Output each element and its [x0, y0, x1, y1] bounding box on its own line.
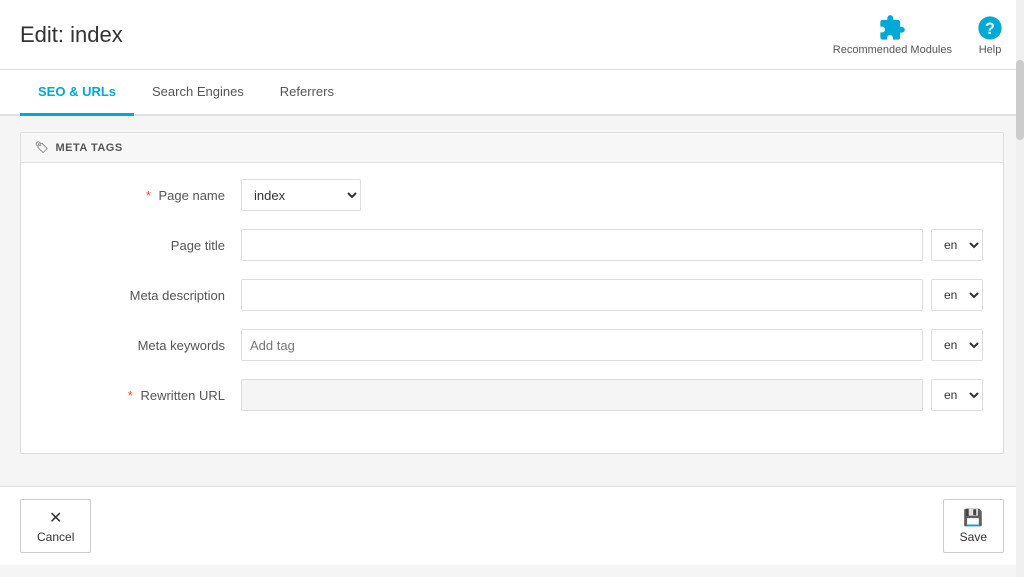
control-page-name: index	[241, 179, 983, 211]
label-meta-keywords: Meta keywords	[41, 338, 241, 353]
field-row-page-name: * Page name index	[41, 179, 983, 211]
puzzle-icon	[878, 14, 906, 42]
tabs-bar: SEO & URLs Search Engines Referrers	[0, 70, 1024, 116]
cancel-button[interactable]: ✕ Cancel	[20, 499, 91, 553]
section-header: 🏷 META TAGS	[21, 133, 1003, 163]
form-body: * Page name index Page title en	[21, 163, 1003, 453]
footer: ✕ Cancel 💾 Save	[0, 486, 1024, 565]
meta-keywords-input[interactable]	[241, 329, 923, 361]
label-page-title: Page title	[41, 238, 241, 253]
page-name-select[interactable]: index	[241, 179, 361, 211]
help-button[interactable]: ? Help	[976, 14, 1004, 56]
field-row-page-title: Page title en	[41, 229, 983, 261]
svg-text:?: ?	[985, 19, 995, 37]
scrollbar-thumb	[1016, 60, 1024, 140]
recommended-modules-label: Recommended Modules	[833, 44, 952, 56]
control-rewritten-url: en	[241, 379, 983, 411]
save-label: Save	[960, 530, 987, 544]
field-row-rewritten-url: * Rewritten URL en	[41, 379, 983, 411]
control-meta-keywords: en	[241, 329, 983, 361]
rewritten-url-lang-select[interactable]: en	[931, 379, 983, 411]
rewritten-url-input[interactable]	[241, 379, 923, 411]
control-page-title: en	[241, 229, 983, 261]
label-rewritten-url: * Rewritten URL	[41, 388, 241, 403]
tab-seo-urls[interactable]: SEO & URLs	[20, 70, 134, 116]
cancel-label: Cancel	[37, 530, 74, 544]
help-label: Help	[979, 44, 1002, 56]
header: Edit: index Recommended Modules ? Help	[0, 0, 1024, 70]
required-star-rewritten-url: *	[128, 388, 133, 403]
meta-keywords-lang-select[interactable]: en	[931, 329, 983, 361]
control-meta-description: en	[241, 279, 983, 311]
section-title: META TAGS	[55, 142, 122, 154]
scrollbar-track	[1016, 0, 1024, 577]
required-star-page-name: *	[146, 188, 151, 203]
cancel-icon: ✕	[49, 508, 62, 528]
form-card: 🏷 META TAGS * Page name index Page ti	[20, 132, 1004, 454]
label-page-name: * Page name	[41, 188, 241, 203]
field-row-meta-keywords: Meta keywords en	[41, 329, 983, 361]
page-title-input[interactable]	[241, 229, 923, 261]
meta-description-lang-select[interactable]: en	[931, 279, 983, 311]
header-actions: Recommended Modules ? Help	[833, 14, 1004, 56]
save-button[interactable]: 💾 Save	[943, 499, 1004, 553]
recommended-modules-button[interactable]: Recommended Modules	[833, 14, 952, 56]
save-icon: 💾	[963, 508, 983, 528]
tag-icon: 🏷	[35, 141, 49, 154]
page-title-heading: Edit: index	[20, 22, 123, 48]
label-meta-description: Meta description	[41, 288, 241, 303]
meta-description-input[interactable]	[241, 279, 923, 311]
tab-search-engines[interactable]: Search Engines	[134, 70, 262, 116]
field-row-meta-description: Meta description en	[41, 279, 983, 311]
main-content: 🏷 META TAGS * Page name index Page ti	[0, 116, 1024, 470]
tab-referrers[interactable]: Referrers	[262, 70, 352, 116]
help-icon: ?	[976, 14, 1004, 42]
page-title-lang-select[interactable]: en	[931, 229, 983, 261]
